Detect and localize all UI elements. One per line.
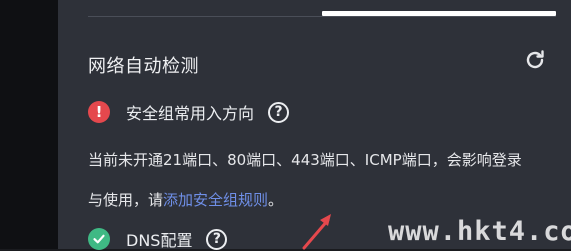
watermark: www.hkt4.com <box>388 216 571 247</box>
exclamation-icon: ! <box>88 101 110 123</box>
refresh-icon[interactable] <box>523 48 547 72</box>
question-icon[interactable]: ? <box>268 101 290 123</box>
check-row-dns: DNS配置 ? <box>88 227 228 251</box>
network-check-panel: 网络自动检测 ! 安全组常用入方向 ? 当前未开通21端口、80端口、443端口… <box>58 0 571 251</box>
active-tab-indicator[interactable] <box>322 11 556 16</box>
check-label-dns: DNS配置 <box>126 231 193 250</box>
add-security-group-rule-link[interactable]: 添加安全组规则 <box>163 191 268 209</box>
question-icon[interactable]: ? <box>206 228 228 250</box>
description-text: 当前未开通21端口、80端口、443端口、ICMP端口，会影响登录与使用，请 <box>88 151 522 209</box>
annotation-arrow <box>302 214 331 250</box>
check-row-security-group: ! 安全组常用入方向 ? <box>88 100 290 124</box>
check-label-security-group: 安全组常用入方向 <box>126 104 255 123</box>
check-icon <box>88 228 110 250</box>
tab-track <box>88 16 556 17</box>
sidebar-strip <box>0 0 58 249</box>
section-title: 网络自动检测 <box>88 56 199 77</box>
description-suffix: 。 <box>268 191 284 209</box>
